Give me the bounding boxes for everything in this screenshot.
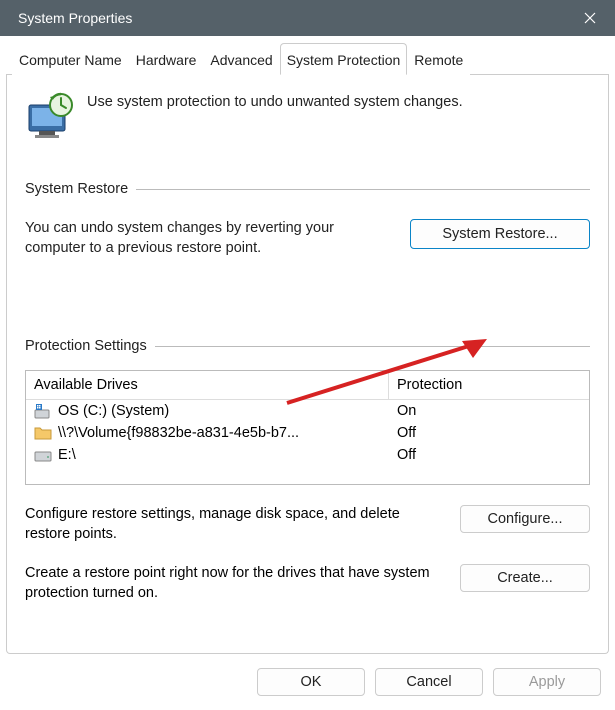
configure-description: Configure restore settings, manage disk … bbox=[25, 505, 436, 544]
titlebar: System Properties bbox=[0, 0, 615, 36]
folder-icon bbox=[34, 425, 52, 441]
table-row[interactable]: \\?\Volume{f98832be-a831-4e5b-b7... Off bbox=[26, 422, 589, 444]
column-header-protection[interactable]: Protection bbox=[389, 371, 589, 400]
tab-page-system-protection: Use system protection to undo unwanted s… bbox=[6, 75, 609, 654]
table-row[interactable]: E:\ Off bbox=[26, 444, 589, 466]
tab-computer-name[interactable]: Computer Name bbox=[12, 43, 129, 75]
drive-protection-status: Off bbox=[389, 444, 589, 466]
create-description: Create a restore point right now for the… bbox=[25, 564, 436, 603]
tab-strip: Computer Name Hardware Advanced System P… bbox=[6, 42, 609, 75]
configure-button[interactable]: Configure... bbox=[460, 505, 590, 533]
tab-remote[interactable]: Remote bbox=[407, 43, 470, 75]
drive-icon bbox=[34, 447, 52, 463]
table-row-empty bbox=[26, 466, 589, 484]
tab-hardware[interactable]: Hardware bbox=[129, 43, 204, 75]
group-title-protection-settings: Protection Settings bbox=[25, 338, 147, 354]
system-restore-button[interactable]: System Restore... bbox=[410, 219, 590, 249]
system-restore-icon bbox=[25, 91, 77, 143]
divider bbox=[155, 346, 590, 347]
close-button[interactable] bbox=[565, 0, 615, 36]
dialog-footer: OK Cancel Apply bbox=[6, 654, 609, 710]
window-title: System Properties bbox=[18, 10, 132, 26]
apply-button[interactable]: Apply bbox=[493, 668, 601, 696]
os-drive-icon bbox=[34, 403, 52, 419]
restore-description: You can undo system changes by reverting… bbox=[25, 219, 392, 258]
intro-text: Use system protection to undo unwanted s… bbox=[87, 91, 463, 112]
tab-system-protection[interactable]: System Protection bbox=[280, 43, 408, 75]
drive-name: E:\ bbox=[58, 447, 76, 463]
cancel-button[interactable]: Cancel bbox=[375, 668, 483, 696]
column-header-drives[interactable]: Available Drives bbox=[26, 371, 389, 400]
create-button[interactable]: Create... bbox=[460, 564, 590, 592]
drive-name: \\?\Volume{f98832be-a831-4e5b-b7... bbox=[58, 425, 299, 441]
table-row[interactable]: OS (C:) (System) On bbox=[26, 400, 589, 422]
ok-button[interactable]: OK bbox=[257, 668, 365, 696]
drive-protection-status: On bbox=[389, 400, 589, 422]
group-title-system-restore: System Restore bbox=[25, 181, 128, 197]
divider bbox=[136, 189, 590, 190]
drive-protection-status: Off bbox=[389, 422, 589, 444]
drives-table: Available Drives Protection OS (C:) (Sys… bbox=[25, 370, 590, 485]
tab-advanced[interactable]: Advanced bbox=[203, 43, 279, 75]
close-icon bbox=[584, 12, 596, 24]
drive-name: OS (C:) (System) bbox=[58, 403, 169, 419]
